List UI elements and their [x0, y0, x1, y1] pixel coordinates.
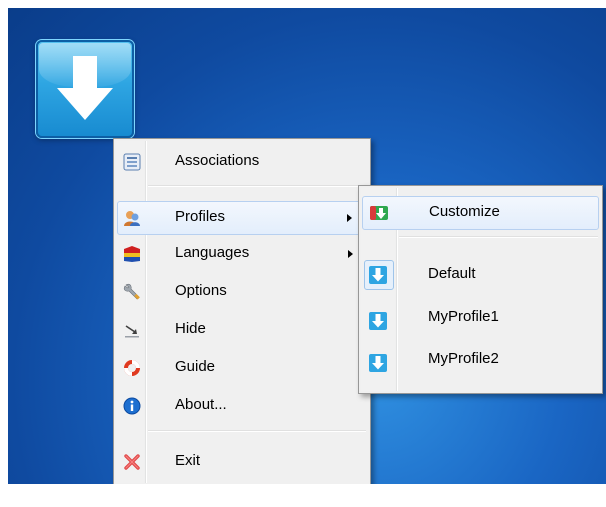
submenu-item-label: MyProfile2: [428, 350, 499, 367]
menu-separator: [399, 236, 598, 238]
profile-arrow-icon: [369, 266, 387, 284]
menu-item-label: About...: [175, 396, 227, 413]
download-arrow-icon: [57, 56, 113, 120]
menu-item-about[interactable]: About...: [117, 389, 367, 423]
associations-icon: [123, 153, 141, 171]
menu-item-label: Profiles: [175, 208, 226, 225]
context-menu: Associations Profiles Languages Options …: [113, 138, 371, 484]
app-desktop-icon[interactable]: [36, 40, 134, 138]
menu-gutter: [116, 141, 144, 483]
lifebuoy-icon: [124, 360, 140, 376]
submenu-item-label: Customize: [429, 203, 500, 220]
menu-item-label: Options: [175, 282, 227, 299]
submenu-item-default[interactable]: Default: [362, 258, 599, 292]
hide-arrow-icon: [125, 325, 139, 338]
menu-item-label: Hide: [175, 320, 206, 337]
customize-icon: [370, 206, 388, 220]
submenu-item-label: MyProfile1: [428, 308, 499, 325]
menu-item-guide[interactable]: Guide: [117, 351, 367, 385]
menu-item-exit[interactable]: Exit: [117, 445, 367, 479]
submenu-item-myprofile1[interactable]: MyProfile1: [362, 304, 599, 338]
menu-gutter-line: [145, 141, 146, 483]
submenu-arrow-icon: [347, 214, 352, 222]
menu-item-label: Guide: [175, 358, 216, 375]
menu-item-hide[interactable]: Hide: [117, 313, 367, 347]
menu-item-label: Exit: [175, 452, 201, 469]
menu-item-label: Languages: [175, 244, 250, 261]
menu-item-languages[interactable]: Languages: [117, 237, 367, 271]
submenu-item-label: Default: [428, 265, 476, 282]
wrench-icon: [123, 283, 140, 300]
close-x-icon: [124, 454, 140, 470]
profiles-icon: [124, 211, 140, 226]
submenu-item-customize[interactable]: Customize: [362, 196, 599, 230]
profiles-submenu: Customize Default MyProfile1 MyProfile2: [358, 185, 603, 394]
menu-item-associations[interactable]: Associations: [117, 145, 367, 179]
desktop: Associations Profiles Languages Options …: [8, 8, 606, 484]
info-icon: [123, 397, 141, 415]
menu-item-options[interactable]: Options: [117, 275, 367, 309]
profile-arrow-icon: [369, 312, 387, 330]
menu-item-label: Associations: [175, 152, 260, 169]
menu-item-profiles[interactable]: Profiles: [117, 201, 367, 235]
submenu-item-myprofile2[interactable]: MyProfile2: [362, 346, 599, 380]
menu-separator: [148, 430, 366, 432]
submenu-arrow-icon: [348, 250, 353, 258]
languages-icon: [124, 246, 140, 262]
profile-arrow-icon: [369, 354, 387, 372]
menu-separator: [148, 185, 366, 187]
